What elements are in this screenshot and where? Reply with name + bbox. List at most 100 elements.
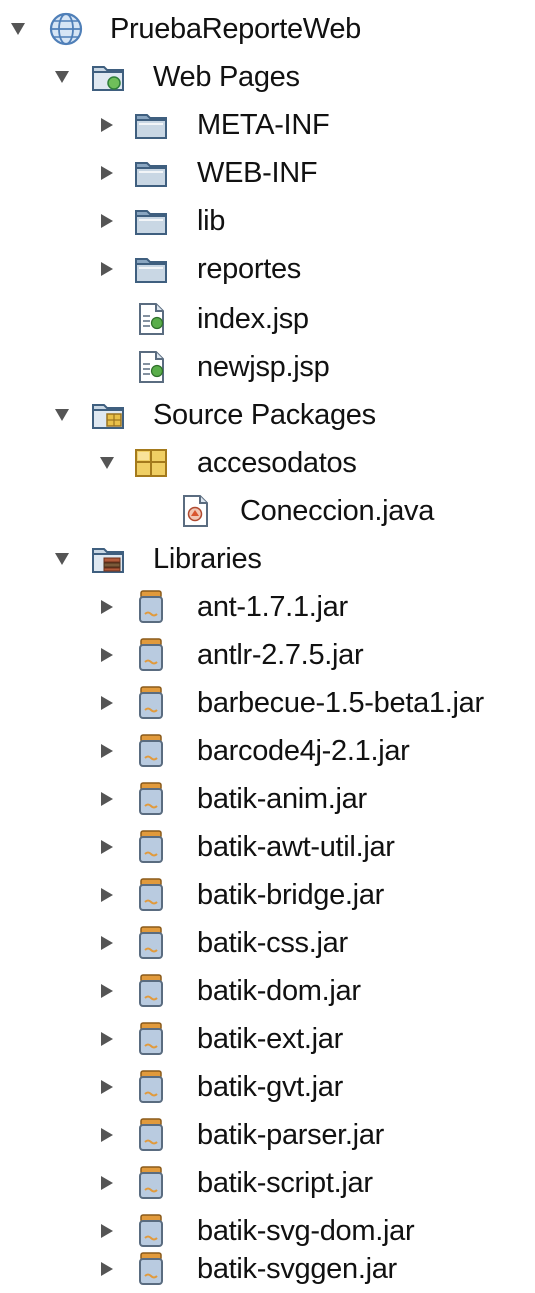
libraries-folder-icon [90, 541, 126, 577]
tree-node-jar[interactable]: batik-bridge.jar [0, 871, 535, 919]
tree-node-source-packages[interactable]: Source Packages [0, 391, 535, 439]
tree-node-label: META-INF [197, 109, 330, 141]
jar-icon [133, 637, 169, 673]
jar-icon [133, 1165, 169, 1201]
tree-node-jar[interactable]: batik-anim.jar [0, 775, 535, 823]
tree-node-label: Source Packages [153, 399, 376, 431]
folder-icon [133, 251, 169, 287]
tree-node-label: Libraries [153, 543, 262, 575]
tree-node-package[interactable]: accesodatos [0, 439, 535, 487]
tree-node-label: batik-ext.jar [197, 1023, 343, 1055]
tree-node-label: newjsp.jsp [197, 351, 330, 383]
expand-toggle[interactable] [97, 835, 117, 859]
tree-node-label: Coneccion.java [240, 495, 435, 527]
expand-toggle[interactable] [97, 1171, 117, 1195]
jar-icon [133, 973, 169, 1009]
tree-node-label: batik-awt-util.jar [197, 831, 395, 863]
tree-node-jar[interactable]: batik-dom.jar [0, 967, 535, 1015]
expand-toggle[interactable] [97, 643, 117, 667]
tree-node-file[interactable]: index.jsp [0, 295, 535, 343]
expand-toggle[interactable] [97, 209, 117, 233]
tree-node-jar[interactable]: batik-ext.jar [0, 1015, 535, 1063]
jar-icon [133, 589, 169, 625]
tree-node-file[interactable]: newjsp.jsp [0, 343, 535, 391]
jar-icon [133, 1251, 169, 1287]
expand-toggle[interactable] [52, 65, 72, 89]
tree-node-label: WEB-INF [197, 157, 318, 189]
tree-node-jar[interactable]: barbecue-1.5-beta1.jar [0, 679, 535, 727]
tree-node-label: Web Pages [153, 61, 300, 93]
tree-node-label: barbecue-1.5-beta1.jar [197, 687, 484, 719]
package-icon [133, 445, 169, 481]
expand-toggle[interactable] [97, 113, 117, 137]
tree-node-label: ant-1.7.1.jar [197, 591, 348, 623]
expand-toggle[interactable] [97, 595, 117, 619]
jar-icon [133, 781, 169, 817]
tree-node-label: reportes [197, 253, 301, 285]
tree-node-jar[interactable]: barcode4j-2.1.jar [0, 727, 535, 775]
tree-node-folder[interactable]: META-INF [0, 101, 535, 149]
tree-node-jar[interactable]: batik-awt-util.jar [0, 823, 535, 871]
expand-toggle[interactable] [97, 979, 117, 1003]
tree-node-jar[interactable]: batik-parser.jar [0, 1111, 535, 1159]
jar-icon [133, 877, 169, 913]
expand-toggle[interactable] [97, 257, 117, 281]
jar-icon [133, 1069, 169, 1105]
folder-icon [133, 107, 169, 143]
expand-toggle[interactable] [97, 1027, 117, 1051]
jar-icon [133, 829, 169, 865]
tree-node-label: PruebaReporteWeb [110, 13, 361, 45]
tree-node-label: antlr-2.7.5.jar [197, 639, 364, 671]
jsp-file-icon [133, 301, 169, 337]
expand-toggle[interactable] [97, 161, 117, 185]
globe-icon [48, 11, 84, 47]
expand-toggle[interactable] [97, 1219, 117, 1243]
jsp-file-icon [133, 349, 169, 385]
jar-icon [133, 1117, 169, 1153]
tree-node-project[interactable]: PruebaReporteWeb [0, 5, 535, 53]
tree-node-label: batik-css.jar [197, 927, 348, 959]
tree-node-jar[interactable]: antlr-2.7.5.jar [0, 631, 535, 679]
tree-node-label: batik-svggen.jar [197, 1253, 397, 1285]
tree-node-jar[interactable]: batik-gvt.jar [0, 1063, 535, 1111]
jar-icon [133, 685, 169, 721]
expand-toggle[interactable] [97, 883, 117, 907]
tree-node-label: batik-dom.jar [197, 975, 361, 1007]
expand-toggle[interactable] [97, 1075, 117, 1099]
tree-node-file[interactable]: Coneccion.java [0, 487, 535, 535]
tree-node-jar[interactable]: batik-script.jar [0, 1159, 535, 1207]
jar-icon [133, 733, 169, 769]
expand-toggle[interactable] [97, 1123, 117, 1147]
expand-toggle[interactable] [52, 547, 72, 571]
folder-icon [133, 203, 169, 239]
expand-toggle[interactable] [52, 403, 72, 427]
expand-toggle[interactable] [97, 787, 117, 811]
folder-icon [133, 155, 169, 191]
tree-node-label: index.jsp [197, 303, 309, 335]
tree-node-label: accesodatos [197, 447, 357, 479]
tree-node-folder[interactable]: lib [0, 197, 535, 245]
expand-toggle[interactable] [97, 739, 117, 763]
expand-toggle[interactable] [97, 451, 117, 475]
project-tree: PruebaReporteWeb Web Pages META-INF WEB-… [0, 0, 535, 1293]
expand-toggle[interactable] [8, 17, 28, 41]
tree-node-label: batik-script.jar [197, 1167, 373, 1199]
tree-node-web-pages[interactable]: Web Pages [0, 53, 535, 101]
tree-node-label: barcode4j-2.1.jar [197, 735, 410, 767]
tree-node-folder[interactable]: WEB-INF [0, 149, 535, 197]
tree-node-label: batik-gvt.jar [197, 1071, 343, 1103]
tree-node-folder[interactable]: reportes [0, 245, 535, 293]
web-pages-folder-icon [90, 59, 126, 95]
tree-node-jar[interactable]: batik-svggen.jar [0, 1245, 535, 1293]
jar-icon [133, 1213, 169, 1249]
expand-toggle[interactable] [97, 931, 117, 955]
jar-icon [133, 1021, 169, 1057]
tree-node-jar[interactable]: batik-css.jar [0, 919, 535, 967]
tree-node-libraries[interactable]: Libraries [0, 535, 535, 583]
expand-toggle[interactable] [97, 691, 117, 715]
tree-node-jar[interactable]: ant-1.7.1.jar [0, 583, 535, 631]
expand-toggle[interactable] [97, 1257, 117, 1281]
source-packages-folder-icon [90, 397, 126, 433]
tree-node-label: batik-bridge.jar [197, 879, 385, 911]
tree-node-label: batik-parser.jar [197, 1119, 384, 1151]
